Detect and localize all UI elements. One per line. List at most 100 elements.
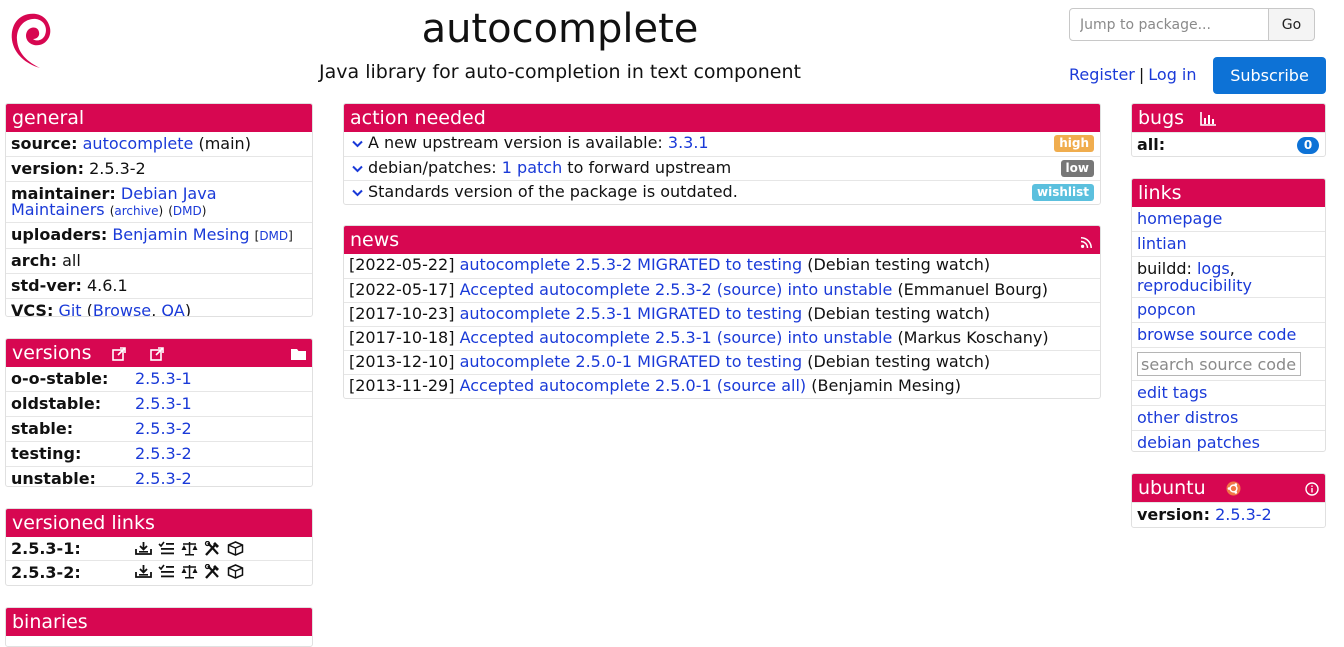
version-row: unstable: 2.5.3-2 <box>6 466 312 486</box>
version-row: version: 2.5.3-2 <box>6 156 312 181</box>
news-link[interactable]: Accepted autocomplete 2.5.3-1 (source) i… <box>460 328 893 347</box>
links-panel: links homepage lintian buildd: logs, rep… <box>1131 178 1326 452</box>
chevron-down-icon[interactable] <box>352 183 368 204</box>
download-icon[interactable] <box>135 541 156 557</box>
maintainer-archive-link[interactable]: archive <box>114 204 158 218</box>
suite-version-link[interactable]: 2.5.3-2 <box>135 468 192 486</box>
news-date: [2017-10-23] <box>349 304 455 323</box>
news-link[interactable]: Accepted autocomplete 2.5.3-2 (source) i… <box>460 280 893 299</box>
uploader-dmd-link[interactable]: DMD <box>259 229 288 243</box>
general-heading: general <box>6 104 312 132</box>
package-icon[interactable] <box>227 564 248 580</box>
scales-icon[interactable] <box>181 541 202 557</box>
vcs-git-link[interactable]: Git <box>58 301 81 316</box>
jump-to-package-input[interactable] <box>1069 8 1269 41</box>
version-row: stable: 2.5.3-2 <box>6 416 312 441</box>
vcs-qa-link[interactable]: QA <box>161 301 185 316</box>
versioned-link-row: 2.5.3-2: <box>6 560 312 583</box>
source-link[interactable]: autocomplete <box>83 134 194 153</box>
action-item[interactable]: A new upstream version is available: 3.3… <box>344 132 1100 156</box>
scales-icon[interactable] <box>181 564 202 580</box>
versions-list: o-o-stable: 2.5.3-1 oldstable: 2.5.3-1 stabl… <box>6 367 312 486</box>
suite-version-link[interactable]: 2.5.3-2 <box>135 443 192 465</box>
bar-chart-icon[interactable] <box>1200 111 1217 126</box>
news-item: [2013-11-29] Accepted autocomplete 2.5.0… <box>344 374 1100 398</box>
list-item: homepage <box>1132 207 1325 231</box>
login-link[interactable]: Log in <box>1148 65 1196 84</box>
maintainer-dmd-link[interactable]: DMD <box>173 204 202 218</box>
checklist-icon[interactable] <box>158 541 179 557</box>
versioned-links-list: 2.5.3-1: 2.5.3-2: <box>6 537 312 583</box>
homepage-link[interactable]: homepage <box>1137 209 1222 228</box>
rss-icon[interactable] <box>1081 237 1092 248</box>
severity-badge: wishlist <box>1032 184 1094 201</box>
subscribe-button[interactable]: Subscribe <box>1213 57 1326 94</box>
checklist-icon[interactable] <box>158 564 179 580</box>
ubuntu-version-link[interactable]: 2.5.3-2 <box>1215 505 1272 524</box>
edit-tags-link[interactable]: edit tags <box>1137 383 1207 402</box>
list-item: browse source code <box>1132 322 1325 347</box>
uploader-link[interactable]: Benjamin Mesing <box>112 225 249 244</box>
debian-patches-link[interactable]: debian patches <box>1137 433 1260 451</box>
chevron-down-icon[interactable] <box>352 134 368 156</box>
versioned-link-version: 2.5.3-1: <box>11 539 81 558</box>
bug-count-badge[interactable]: 0 <box>1297 137 1319 154</box>
action-item[interactable]: Standards version of the package is outd… <box>344 180 1100 204</box>
page-subtitle: Java library for auto-completion in text… <box>319 61 801 83</box>
chevron-down-icon[interactable] <box>352 159 368 181</box>
lintian-link[interactable]: lintian <box>1137 234 1187 253</box>
suite-version-link[interactable]: 2.5.3-1 <box>135 393 192 415</box>
news-date: [2013-11-29] <box>349 376 455 395</box>
vcs-row: VCS: Git (Browse, QA) <box>6 298 312 316</box>
news-link[interactable]: autocomplete 2.5.0-1 MIGRATED to testing <box>460 352 803 371</box>
info-icon[interactable] <box>1305 482 1319 496</box>
other-distros-link[interactable]: other distros <box>1137 408 1238 427</box>
versioned-links-heading: versioned links <box>6 509 312 537</box>
list-item: popcon <box>1132 297 1325 322</box>
list-item: debian patches <box>1132 430 1325 451</box>
action-needed-heading: action needed <box>344 104 1100 132</box>
news-link[interactable]: Accepted autocomplete 2.5.0-1 (source al… <box>460 376 807 395</box>
news-item: [2017-10-18] Accepted autocomplete 2.5.3… <box>344 326 1100 350</box>
list-item: lintian <box>1132 231 1325 256</box>
bugs-panel: bugs all: 0 <box>1131 103 1326 157</box>
suite-label: o-o-stable: <box>11 369 109 388</box>
version-row: oldstable: 2.5.3-1 <box>6 391 312 416</box>
search-source-input[interactable] <box>1137 352 1301 376</box>
ubuntu-logo-icon[interactable] <box>1226 481 1241 496</box>
external-link-icon[interactable] <box>149 346 164 361</box>
source-row: source: autocomplete (main) <box>11 134 251 153</box>
news-author: (Debian testing watch) <box>807 304 991 323</box>
package-icon[interactable] <box>227 540 248 557</box>
news-heading: news <box>344 226 1100 254</box>
action-link[interactable]: 3.3.1 <box>668 133 709 152</box>
bugs-all-row[interactable]: all: 0 <box>1132 132 1325 156</box>
suite-version-link[interactable]: 2.5.3-1 <box>135 368 192 390</box>
version-row: o-o-stable: 2.5.3-1 <box>6 367 312 391</box>
news-author: (Benjamin Mesing) <box>811 376 961 395</box>
action-item[interactable]: debian/patches: 1 patch to forward upstr… <box>344 156 1100 180</box>
news-link[interactable]: autocomplete 2.5.3-2 MIGRATED to testing <box>460 255 803 274</box>
suite-version-link[interactable]: 2.5.3-2 <box>135 418 192 440</box>
external-link-icon[interactable] <box>111 346 126 361</box>
versions-heading: versions <box>6 339 312 367</box>
tools-icon[interactable] <box>204 540 225 557</box>
news-link[interactable]: autocomplete 2.5.3-1 MIGRATED to testing <box>460 304 803 323</box>
action-link[interactable]: 1 patch <box>502 158 562 177</box>
register-link[interactable]: Register <box>1069 65 1135 84</box>
tools-icon[interactable] <box>204 563 225 580</box>
action-text: A new upstream version is available: <box>368 133 668 152</box>
news-author: (Markus Koschany) <box>897 328 1049 347</box>
go-button[interactable]: Go <box>1268 8 1315 41</box>
severity-badge: high <box>1054 135 1094 152</box>
suite-label: stable: <box>11 419 74 438</box>
folder-icon[interactable] <box>291 348 306 360</box>
ubuntu-version-row: version: 2.5.3-2 <box>1132 502 1325 527</box>
news-panel: news [2022-05-22] autocomplete 2.5.3-2 M… <box>343 225 1101 399</box>
download-icon[interactable] <box>135 564 156 580</box>
news-date: [2022-05-22] <box>349 255 455 274</box>
reproducibility-link[interactable]: reproducibility <box>1137 276 1252 295</box>
vcs-browse-link[interactable]: Browse <box>93 301 151 316</box>
browse-source-link[interactable]: browse source code <box>1137 325 1296 344</box>
popcon-link[interactable]: popcon <box>1137 300 1196 319</box>
